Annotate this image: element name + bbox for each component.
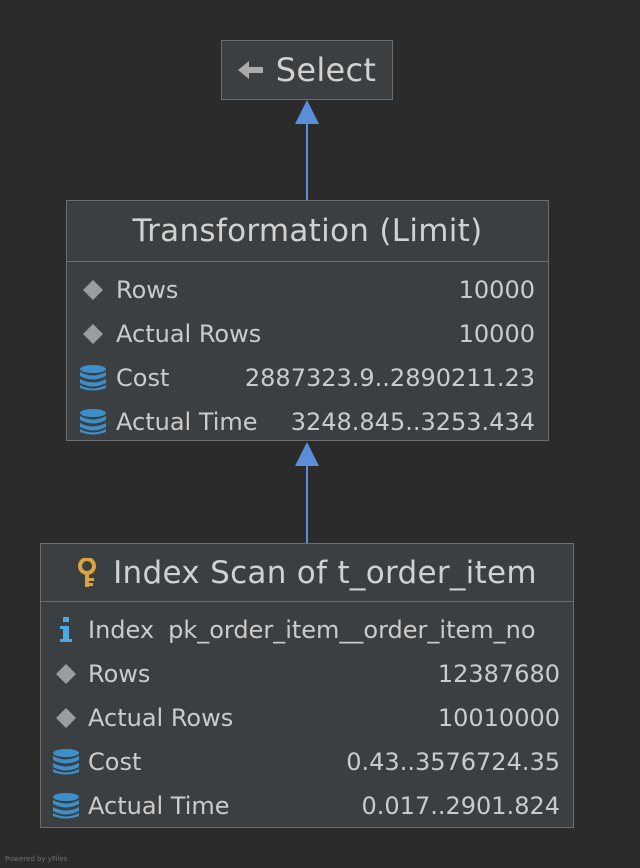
property-value: 0.43..3576724.35 <box>346 748 560 776</box>
property-row: Actual Rows 10010000 <box>41 696 573 740</box>
property-row: Cost 0.43..3576724.35 <box>41 740 573 784</box>
property-label: Rows <box>116 276 179 304</box>
transformation-node-title: Transformation (Limit) <box>132 213 483 249</box>
index-scan-node[interactable]: Index Scan of t_order_item Index pk_orde… <box>40 543 574 828</box>
database-icon <box>78 364 108 392</box>
property-label: Actual Rows <box>116 320 262 348</box>
property-value: 3248.845..3253.434 <box>290 408 535 436</box>
property-label: Actual Rows <box>88 704 234 732</box>
select-node[interactable]: Select <box>221 40 393 100</box>
property-label: Cost <box>116 364 170 392</box>
info-icon <box>51 617 81 643</box>
property-value: 2887323.9..2890211.23 <box>244 364 535 392</box>
property-row: Actual Rows 10000 <box>67 312 548 356</box>
transformation-properties: Rows 10000 Actual Rows 10000 Cost 288732… <box>67 262 548 444</box>
diamond-icon <box>51 707 81 729</box>
diamond-icon <box>78 323 108 345</box>
property-label: Actual Time <box>116 408 258 436</box>
edge-scan-to-limit <box>295 442 319 543</box>
database-icon <box>51 748 81 776</box>
diamond-icon <box>78 279 108 301</box>
diamond-icon <box>51 663 81 685</box>
index-scan-node-header: Index Scan of t_order_item <box>41 544 573 602</box>
property-value: pk_order_item__order_item_no <box>168 616 536 644</box>
select-node-title: Select <box>275 51 377 89</box>
database-icon <box>51 792 81 820</box>
key-icon <box>77 557 97 588</box>
property-label: Rows <box>88 660 151 688</box>
database-icon <box>78 408 108 436</box>
property-row: Index pk_order_item__order_item_no <box>41 608 573 652</box>
property-value: 12387680 <box>437 660 560 688</box>
property-label: Cost <box>88 748 142 776</box>
arrowhead-icon <box>295 100 319 124</box>
transformation-node-header: Transformation (Limit) <box>67 201 548 262</box>
back-arrow-icon <box>237 60 264 80</box>
property-row: Cost 2887323.9..2890211.23 <box>67 356 548 400</box>
property-value: 10000 <box>458 276 535 304</box>
property-label: Index <box>88 616 155 644</box>
property-row: Rows 10000 <box>67 268 548 312</box>
powered-by-label: Powered by yFiles <box>5 855 68 863</box>
property-row: Rows 12387680 <box>41 652 573 696</box>
property-row: Actual Time 3248.845..3253.434 <box>67 400 548 444</box>
select-node-header: Select <box>222 41 392 99</box>
transformation-node[interactable]: Transformation (Limit) Rows 10000 Actual… <box>66 200 549 441</box>
property-row: Actual Time 0.017..2901.824 <box>41 784 573 828</box>
index-scan-properties: Index pk_order_item__order_item_no Rows … <box>41 602 573 828</box>
property-value: 0.017..2901.824 <box>361 792 560 820</box>
arrowhead-icon <box>295 442 319 466</box>
property-value: 10010000 <box>437 704 560 732</box>
edge-limit-to-select <box>295 100 319 200</box>
property-value: 10000 <box>458 320 535 348</box>
property-label: Actual Time <box>88 792 230 820</box>
index-scan-node-title: Index Scan of t_order_item <box>113 554 537 591</box>
